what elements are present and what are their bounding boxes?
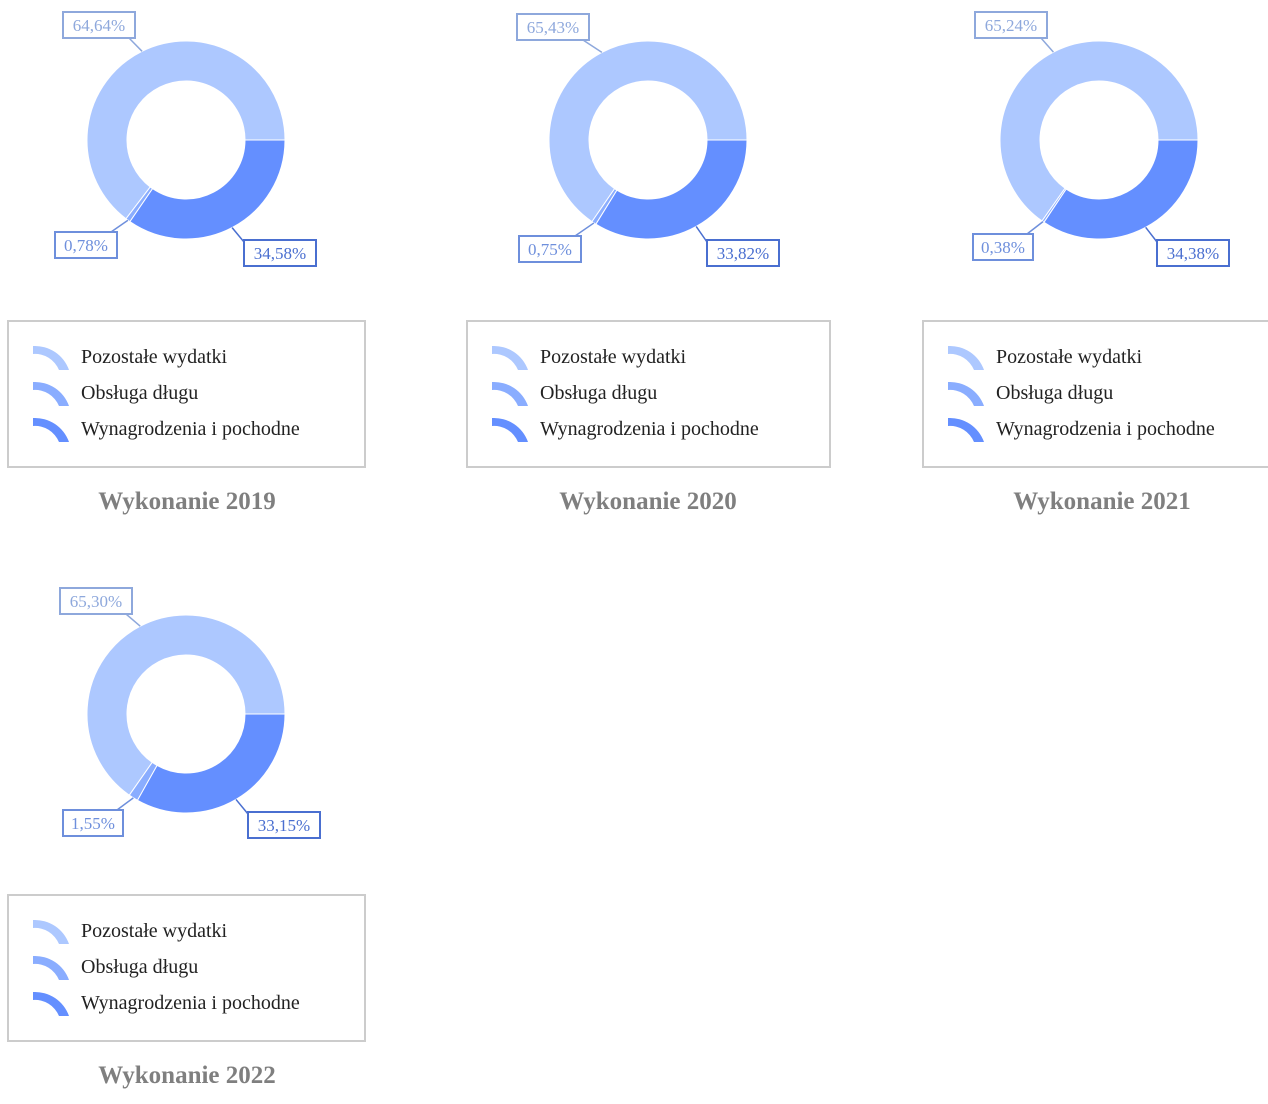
data-label-connector — [695, 226, 708, 243]
legend-label: Pozostałe wydatki — [81, 345, 228, 368]
donut-chart: 65,24% 0,38% 34,38% — [972, 11, 1230, 267]
data-label: 34,58% — [254, 244, 306, 263]
data-label-connector — [128, 37, 143, 52]
data-label: 33,82% — [717, 244, 769, 263]
legend-item[interactable]: Wynagrodzenia i pochodne — [31, 988, 300, 1018]
legend-label: Pozostałe wydatki — [81, 919, 228, 942]
arc-light-icon — [492, 345, 528, 370]
chart-legend: Pozostałe wydatki Obsługa długu Wynagrodze… — [7, 894, 366, 1042]
legend-item[interactable]: Wynagrodzenia i pochodne — [490, 414, 759, 444]
data-label-connector — [116, 797, 134, 811]
legend-item[interactable]: Pozostałe wydatki — [31, 342, 227, 372]
data-label-connector — [231, 227, 245, 243]
chart-legend: Pozostałe wydatki Obsługa długu Wynagrodze… — [7, 320, 366, 468]
chart-panel: 65,24% 0,38% 34,38% Pozostałe wydatki Obsług… — [915, 0, 1268, 530]
data-label-connector — [235, 798, 249, 815]
data-label: 65,24% — [985, 16, 1037, 35]
donut-slice[interactable] — [1043, 139, 1199, 240]
data-label: 1,55% — [71, 814, 115, 833]
data-label-connector — [582, 39, 603, 54]
data-label-connector — [1026, 221, 1044, 235]
data-label: 34,38% — [1167, 244, 1219, 263]
arc-mid-icon — [492, 381, 528, 406]
donut-slice[interactable] — [595, 139, 748, 240]
legend-item[interactable]: Obsługa długu — [490, 378, 657, 408]
arc-light-icon — [33, 919, 69, 944]
legend-label: Pozostałe wydatki — [540, 345, 687, 368]
legend-item[interactable]: Wynagrodzenia i pochodne — [946, 414, 1215, 444]
chart-legend: Pozostałe wydatki Obsługa długu Wynagrodze… — [922, 320, 1268, 468]
arc-light-icon — [33, 345, 69, 370]
chart-title: Wykonanie 2022 — [98, 1062, 276, 1089]
donut-chart: 65,43% 0,75% 33,82% — [516, 13, 780, 267]
legend-item[interactable]: Pozostałe wydatki — [490, 342, 686, 372]
data-label-connector — [125, 613, 141, 627]
legend-item[interactable]: Obsługa długu — [946, 378, 1113, 408]
data-label: 65,43% — [527, 18, 579, 37]
legend-item[interactable]: Wynagrodzenia i pochodne — [31, 414, 300, 444]
legend-label: Obsługa długu — [81, 381, 199, 404]
data-label: 0,38% — [981, 238, 1025, 257]
chart-panel: 65,43% 0,75% 33,82% Pozostałe wydatki Obsług… — [459, 0, 919, 530]
data-label-connector — [110, 219, 129, 233]
legend-label: Wynagrodzenia i pochodne — [540, 417, 759, 440]
legend-label: Obsługa długu — [540, 381, 658, 404]
legend-item[interactable]: Obsługa długu — [31, 378, 198, 408]
donut-slice[interactable] — [129, 139, 286, 240]
chart-legend: Pozostałe wydatki Obsługa długu Wynagrodze… — [466, 320, 831, 468]
arc-mid-icon — [948, 381, 984, 406]
arc-dark-icon — [492, 417, 528, 442]
data-label-connector — [574, 222, 595, 237]
chart-title: Wykonanie 2020 — [559, 488, 737, 515]
legend-label: Obsługa długu — [81, 955, 199, 978]
chart-title: Wykonanie 2019 — [98, 488, 276, 515]
legend-label: Wynagrodzenia i pochodne — [81, 991, 300, 1014]
donut-chart: 65,30% 1,55% 33,15% — [59, 587, 321, 839]
arc-mid-icon — [33, 955, 69, 980]
chart-panel: 65,30% 1,55% 33,15% Pozostałe wydatki Obsług… — [0, 574, 460, 1104]
arc-dark-icon — [948, 417, 984, 442]
chart-panel: 64,64% 0,78% 34,58% Pozostałe wydatki Obsług… — [0, 0, 460, 530]
arc-dark-icon — [33, 417, 69, 442]
arc-dark-icon — [33, 991, 69, 1016]
legend-item[interactable]: Pozostałe wydatki — [31, 916, 227, 946]
data-label: 0,75% — [528, 240, 572, 259]
data-label: 33,15% — [258, 816, 310, 835]
donut-chart: 64,64% 0,78% 34,58% — [54, 11, 317, 267]
legend-label: Obsługa długu — [996, 381, 1114, 404]
legend-label: Wynagrodzenia i pochodne — [81, 417, 300, 440]
legend-label: Pozostałe wydatki — [996, 345, 1143, 368]
legend-item[interactable]: Pozostałe wydatki — [946, 342, 1142, 372]
chart-title: Wykonanie 2021 — [1013, 488, 1191, 515]
data-label: 0,78% — [64, 236, 108, 255]
arc-mid-icon — [33, 381, 69, 406]
data-label: 65,30% — [70, 592, 122, 611]
donut-slice[interactable] — [136, 713, 286, 814]
legend-label: Wynagrodzenia i pochodne — [996, 417, 1215, 440]
legend-item[interactable]: Obsługa długu — [31, 952, 198, 982]
arc-light-icon — [948, 345, 984, 370]
data-label-connector — [1040, 37, 1054, 53]
data-label-connector — [1145, 226, 1158, 243]
data-label: 64,64% — [73, 16, 125, 35]
